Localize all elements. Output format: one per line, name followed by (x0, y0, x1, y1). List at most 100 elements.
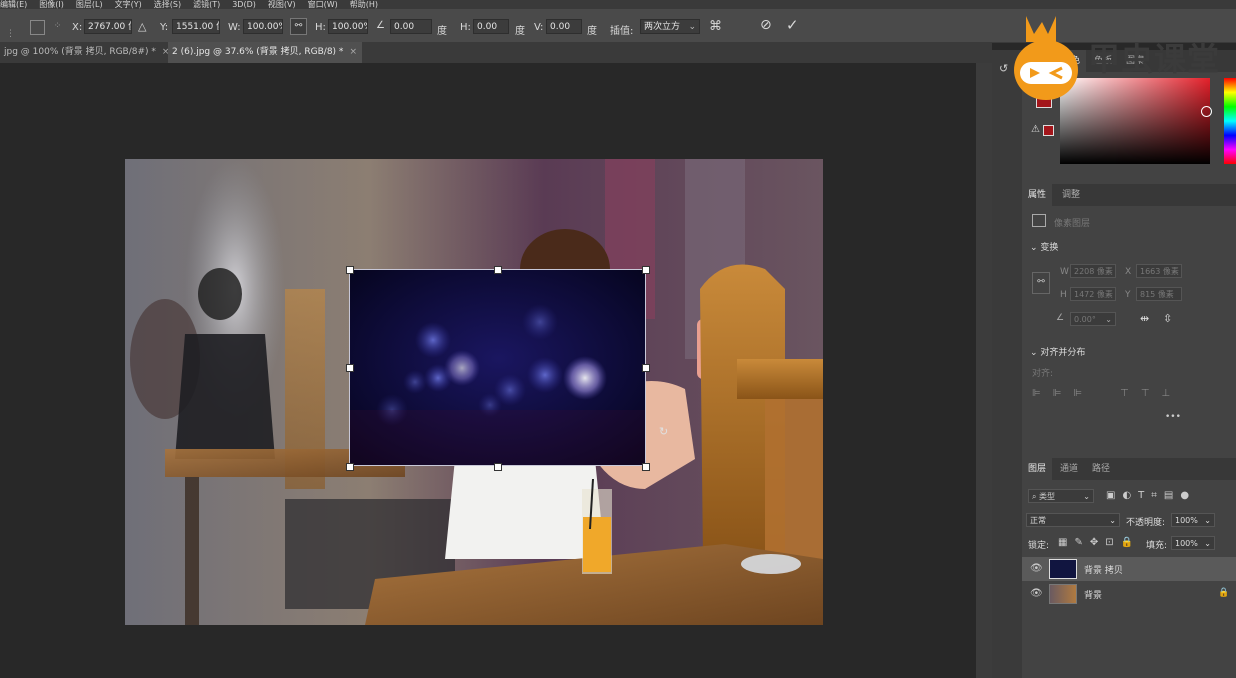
visibility-eye-icon[interactable]: 👁 (1030, 563, 1043, 575)
layer-filter-select[interactable]: ⌕ 类型 ⌄ (1028, 489, 1094, 503)
y-input[interactable]: 1551.00 像 (172, 19, 220, 34)
transform-handle-bottom-left[interactable] (346, 463, 354, 471)
transform-handle-top-left[interactable] (346, 266, 354, 274)
prop-y-label: Y (1125, 290, 1131, 300)
tab-document-1[interactable]: jpg @ 100% (背景 拷贝, RGB/8#) * × (0, 42, 169, 63)
color-picker-marker (1201, 106, 1212, 117)
warp-icon[interactable]: ⌘ (709, 19, 722, 34)
tab-paths[interactable]: 路径 (1086, 458, 1116, 480)
transform-handle-top-right[interactable] (642, 266, 650, 274)
close-icon[interactable]: × (349, 47, 357, 57)
reference-grid-icon[interactable]: ⁘ (50, 20, 65, 35)
vskew-unit: 度 (587, 26, 597, 37)
menu-type[interactable]: 文字(Y) (115, 1, 142, 9)
height-input[interactable]: 100.00% (328, 19, 368, 34)
document-canvas[interactable]: ↻ (125, 159, 823, 625)
tab-channels[interactable]: 通道 (1054, 458, 1084, 480)
layer-name: 背景 (1084, 591, 1103, 601)
more-options-icon[interactable]: ••• (1165, 412, 1181, 422)
vertical-scrollbar[interactable] (976, 63, 992, 678)
transform-handle-bottom-right[interactable] (642, 463, 650, 471)
interpolation-label: 插值: (610, 26, 634, 37)
hskew-unit: 度 (515, 26, 525, 37)
menu-3d[interactable]: 3D(D) (232, 1, 256, 9)
history-icon[interactable]: ↺ (999, 62, 1008, 75)
vskew-label: V: (534, 22, 544, 33)
prop-width-input[interactable]: 2208 像素 (1070, 264, 1116, 278)
cancel-transform-icon[interactable]: ⊘ (760, 17, 772, 33)
prop-angle-value: 0.00° (1074, 315, 1096, 324)
pixel-layer-icon (1032, 214, 1046, 227)
layer-row-background-copy[interactable]: 👁 背景 拷贝 (1022, 557, 1236, 581)
prop-height-input[interactable]: 1472 像素 (1070, 287, 1116, 301)
visibility-eye-icon[interactable]: 👁 (1030, 588, 1043, 600)
tool-dots-icon: ⋮ (6, 29, 15, 39)
flip-vertical-icon[interactable]: ⇳ (1163, 312, 1172, 325)
width-input[interactable]: 100.00% (243, 19, 283, 34)
prop-y-input[interactable]: 815 像素 (1136, 287, 1182, 301)
transform-handle-top[interactable] (494, 266, 502, 274)
watermark-logo: 甲虫课堂 (1010, 8, 1236, 100)
align-buttons[interactable]: ⊫⊫⊫ (1032, 388, 1094, 399)
distribute-buttons[interactable]: ⊤⊤⊥ (1120, 388, 1182, 399)
opacity-label: 不透明度: (1126, 518, 1166, 528)
prop-angle-input[interactable]: 0.00° ⌄ (1070, 312, 1116, 326)
x-label: X: (72, 22, 83, 33)
reference-point-checkbox[interactable] (30, 20, 45, 35)
transform-title: 变换 (1040, 243, 1059, 253)
menu-select[interactable]: 选择(S) (154, 1, 181, 9)
fill-input[interactable]: 100% ⌄ (1171, 536, 1215, 550)
menu-window[interactable]: 窗口(W) (308, 1, 338, 9)
chevron-down-icon: ⌄ (1204, 539, 1211, 548)
link-icon[interactable]: ⚯ (290, 18, 307, 35)
placed-bokeh-layer[interactable] (349, 269, 646, 466)
tab-adjustments[interactable]: 调整 (1056, 184, 1086, 206)
prop-x-label: X (1125, 267, 1132, 277)
flip-horizontal-icon[interactable]: ⇹ (1140, 312, 1149, 325)
tab-label: 2 (6).jpg @ 37.6% (背景 拷贝, RGB/8) * (172, 47, 344, 57)
transform-section[interactable]: ⌄ 变换 (1030, 240, 1058, 253)
menu-filter[interactable]: 滤镜(T) (193, 1, 220, 9)
menu-view[interactable]: 视图(V) (268, 1, 296, 9)
layer-row-background[interactable]: 👁 背景 🔒 (1022, 582, 1236, 606)
opacity-input[interactable]: 100% ⌄ (1171, 513, 1215, 527)
prop-x-input[interactable]: 1663 像素 (1136, 264, 1182, 278)
chevron-down-icon: ⌄ (1105, 315, 1112, 324)
rotate-cursor-icon: ↻ (659, 425, 669, 438)
align-title: 对齐并分布 (1040, 348, 1086, 358)
hskew-input[interactable]: 0.00 (473, 19, 509, 34)
x-input[interactable]: 2767.00 像 (84, 19, 132, 34)
commit-transform-icon[interactable]: ✓ (786, 16, 799, 34)
tab-properties[interactable]: 属性 (1022, 184, 1053, 206)
vskew-input[interactable]: 0.00 (546, 19, 582, 34)
collapse-arrow-icon: ⌄ (1030, 243, 1041, 253)
transform-handle-left[interactable] (346, 364, 354, 372)
web-safe-swatch[interactable] (1043, 125, 1054, 136)
w-label: W: (228, 22, 241, 33)
angle-icon: ∠ (1056, 313, 1065, 323)
logo-text: 甲虫课堂 (1088, 40, 1221, 78)
angle-unit: 度 (437, 26, 447, 37)
angle-input[interactable]: 0.00 (390, 19, 432, 34)
tab-document-2[interactable]: 2 (6).jpg @ 37.6% (背景 拷贝, RGB/8) * × (168, 42, 362, 63)
chevron-down-icon: ⌄ (1109, 516, 1116, 525)
lock-icons[interactable]: ▦✎✥⊡🔒 (1058, 537, 1140, 548)
menu-layer[interactable]: 图层(L) (76, 1, 103, 9)
align-section[interactable]: ⌄ 对齐并分布 (1030, 345, 1085, 358)
menu-help[interactable]: 帮助(H) (350, 1, 378, 9)
layer-filter-value: 类型 (1039, 492, 1056, 501)
transform-handle-bottom[interactable] (494, 463, 502, 471)
collapse-arrow-icon: ⌄ (1030, 348, 1041, 358)
interpolation-select[interactable]: 两次立方 ⌄ (640, 19, 700, 34)
transform-handle-right[interactable] (642, 364, 650, 372)
hskew-label: H: (460, 22, 471, 33)
link-dimensions-icon[interactable]: ⚯ (1032, 272, 1050, 294)
tab-layers[interactable]: 图层 (1022, 458, 1053, 480)
menu-image[interactable]: 图像(I) (39, 1, 64, 9)
y-label: Y: (160, 22, 169, 33)
blend-mode-select[interactable]: 正常 ⌄ (1026, 513, 1120, 527)
properties-panel-tabs: 属性 调整 (1022, 184, 1236, 206)
menu-edit[interactable]: 编辑(E) (0, 1, 27, 9)
search-icon: ⌕ (1032, 492, 1040, 501)
layer-filter-icons[interactable]: ▣◐T⌗▤● (1106, 490, 1196, 501)
